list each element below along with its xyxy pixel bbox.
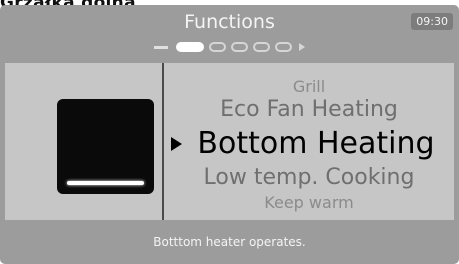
bottom-heater-icon (57, 99, 154, 194)
screen-title: Functions (184, 11, 275, 33)
page-dot-5[interactable] (275, 42, 292, 52)
function-list: Grill Eco Fan Heating Bottom Heating Low… (164, 63, 454, 220)
oven-display: Functions 09:30 Grill Eco Fan Heating Bo… (0, 5, 459, 264)
status-message: Botttom heater operates. (153, 235, 306, 249)
page-dot-1[interactable] (176, 42, 204, 52)
clock: 09:30 (411, 13, 453, 30)
title-bar: Functions 09:30 (0, 5, 459, 37)
function-item-keep-warm[interactable]: Keep warm (164, 193, 454, 212)
next-page-icon[interactable] (299, 43, 305, 51)
function-item-bottom-heating[interactable]: Bottom Heating (164, 126, 454, 161)
page-dot-3[interactable] (231, 42, 248, 52)
page-indicator (0, 38, 459, 56)
heater-element-icon (67, 181, 144, 185)
function-item-grill[interactable]: Grill (164, 77, 454, 96)
function-item-low-temp-cooking[interactable]: Low temp. Cooking (164, 165, 454, 190)
function-item-eco-fan-heating[interactable]: Eco Fan Heating (164, 97, 454, 122)
function-panel: Grill Eco Fan Heating Bottom Heating Low… (5, 63, 454, 220)
page-dot-2[interactable] (209, 42, 226, 52)
page-dot-4[interactable] (253, 42, 270, 52)
menu-lines-icon (154, 45, 168, 49)
